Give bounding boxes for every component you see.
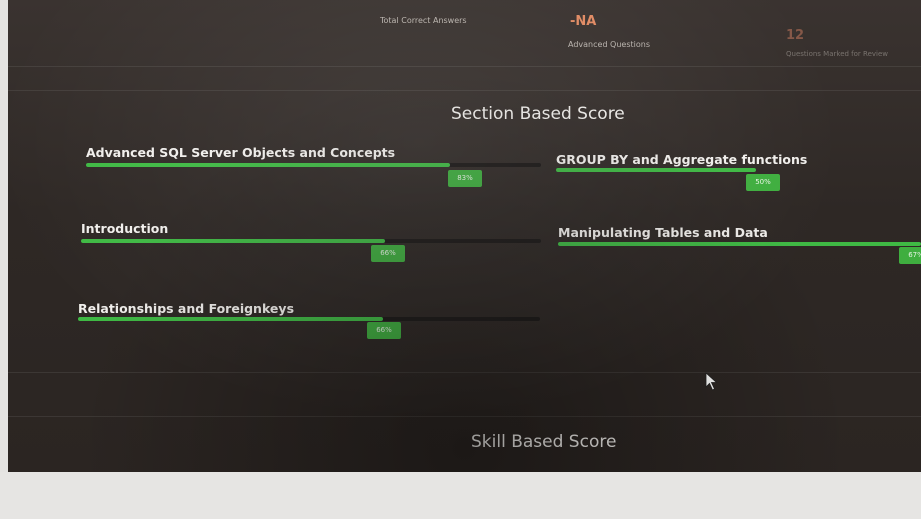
section-label: GROUP BY and Aggregate functions (556, 152, 808, 167)
score-fill (556, 168, 756, 172)
score-badge: 83% (448, 170, 482, 187)
divider (8, 90, 921, 91)
divider (8, 66, 921, 67)
section-label: Relationships and Foreignkeys (78, 301, 295, 316)
score-track (86, 163, 541, 167)
score-badge: 66% (367, 322, 401, 339)
section-label: Introduction (81, 221, 169, 236)
score-fill (81, 239, 385, 243)
section-label: Manipulating Tables and Data (558, 225, 768, 240)
advanced-label: Advanced Questions (568, 40, 651, 49)
score-track (78, 317, 540, 321)
score-badge: 66% (371, 245, 405, 262)
marked-label: Questions Marked for Review (786, 50, 888, 58)
score-badge: 50% (746, 174, 780, 191)
mouse-pointer-icon (705, 372, 718, 391)
divider (8, 416, 921, 417)
score-fill (558, 242, 921, 246)
score-track (81, 239, 541, 243)
score-fill (86, 163, 450, 167)
total-correct-label: Total Correct Answers (380, 16, 467, 25)
report-screen: Total Correct Answers -NA Advanced Quest… (8, 0, 921, 472)
score-track (556, 168, 756, 172)
monitor-bezel (0, 472, 921, 519)
score-track (558, 242, 921, 246)
skill-score-title: Skill Based Score (471, 432, 617, 452)
divider (8, 372, 921, 373)
advanced-value: -NA (570, 14, 597, 29)
section-score-title: Section Based Score (451, 104, 625, 124)
score-fill (78, 317, 383, 321)
section-label: Advanced SQL Server Objects and Concepts (86, 145, 396, 160)
score-badge: 67% (899, 247, 921, 264)
marked-value: 12 (786, 28, 805, 43)
